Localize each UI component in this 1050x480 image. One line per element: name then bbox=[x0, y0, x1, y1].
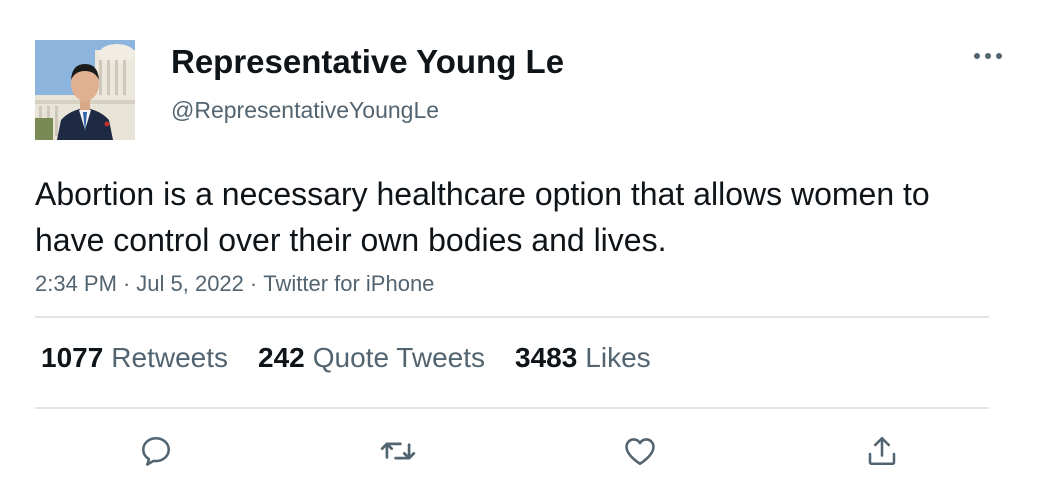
tweet-text: Abortion is a necessary healthcare optio… bbox=[35, 176, 930, 258]
quote-tweets-count: 242 bbox=[258, 342, 305, 373]
heart-icon bbox=[625, 438, 655, 466]
tweet-meta: 2:34 PM · Jul 5, 2022 · Twitter for iPhone bbox=[35, 271, 434, 297]
likes-label: Likes bbox=[585, 342, 651, 373]
retweets-count: 1077 bbox=[41, 342, 104, 373]
divider bbox=[35, 316, 989, 318]
reply-button[interactable] bbox=[134, 429, 178, 473]
display-name[interactable]: Representative Young Le bbox=[171, 43, 564, 81]
tweet-time[interactable]: 2:34 PM bbox=[35, 271, 117, 296]
share-icon bbox=[868, 436, 896, 466]
meta-separator: · bbox=[249, 271, 258, 296]
avatar[interactable] bbox=[35, 40, 135, 140]
likes-stat[interactable]: 3483 Likes bbox=[515, 342, 651, 374]
like-button[interactable] bbox=[618, 429, 662, 473]
likes-count: 3483 bbox=[515, 342, 578, 373]
reply-icon bbox=[141, 436, 171, 466]
quote-tweets-stat[interactable]: 242 Quote Tweets bbox=[258, 342, 485, 374]
more-horizontal-icon bbox=[974, 53, 1002, 59]
share-button[interactable] bbox=[860, 429, 904, 473]
retweet-button[interactable] bbox=[376, 429, 420, 473]
tweet-source[interactable]: Twitter for iPhone bbox=[263, 271, 434, 296]
meta-separator: · bbox=[122, 271, 131, 296]
retweet-icon bbox=[380, 442, 416, 460]
more-options-button[interactable] bbox=[968, 42, 1008, 70]
retweets-label: Retweets bbox=[111, 342, 229, 373]
tweet-stats: 1077 Retweets 242 Quote Tweets 3483 Likes bbox=[41, 342, 651, 374]
tweet-date[interactable]: Jul 5, 2022 bbox=[136, 271, 244, 296]
avatar-image bbox=[35, 40, 135, 140]
quote-tweets-label: Quote Tweets bbox=[312, 342, 485, 373]
divider bbox=[35, 407, 989, 409]
retweets-stat[interactable]: 1077 Retweets bbox=[41, 342, 228, 374]
tweet-card: Representative Young Le @RepresentativeY… bbox=[0, 0, 1050, 480]
user-handle[interactable]: @RepresentativeYoungLe bbox=[171, 97, 439, 124]
